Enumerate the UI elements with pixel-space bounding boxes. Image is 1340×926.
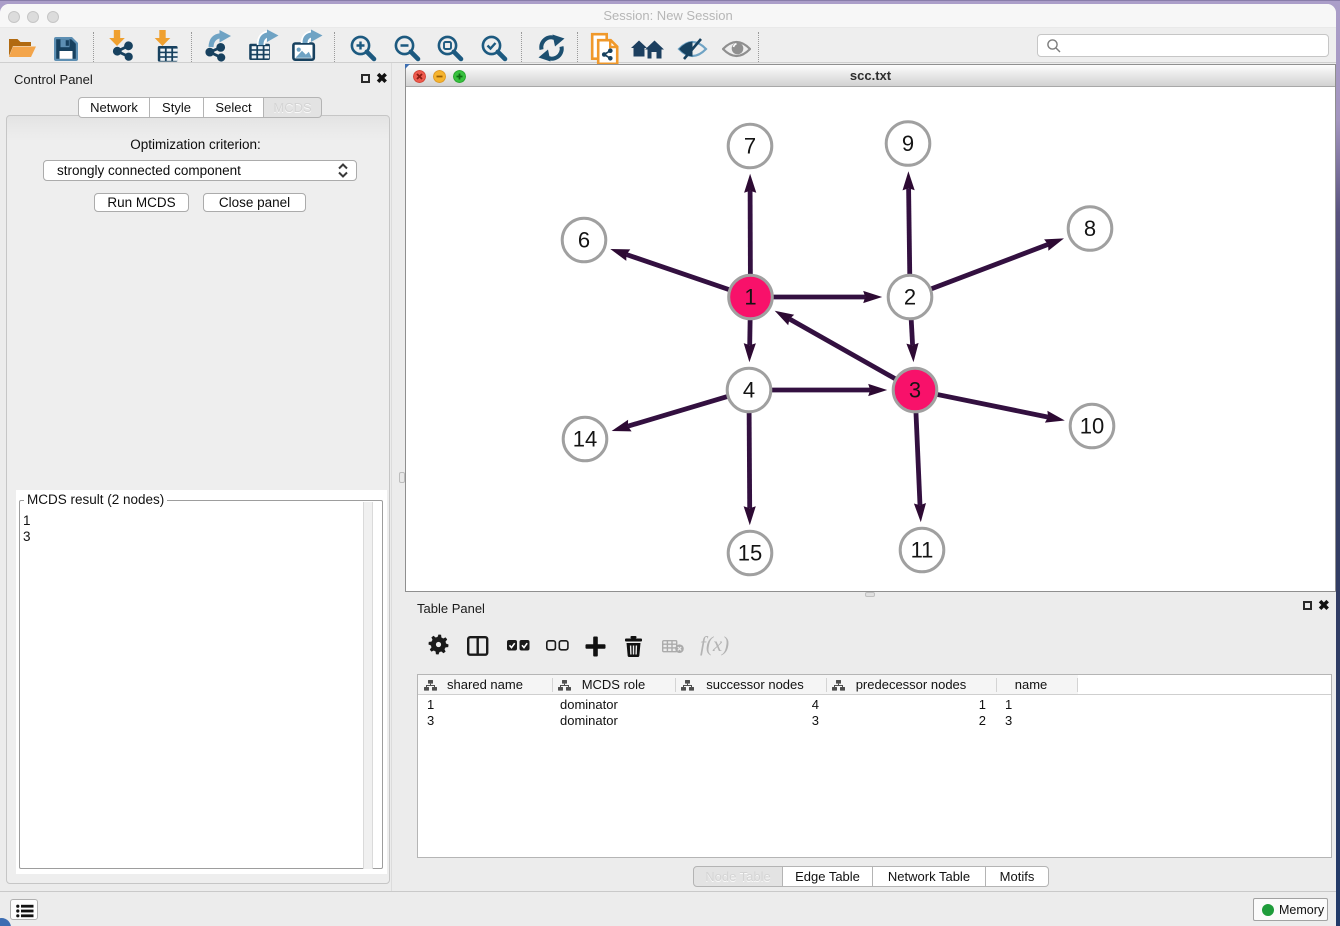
svg-text:9: 9: [902, 131, 914, 156]
svg-text:3: 3: [909, 378, 921, 403]
svg-text:8: 8: [1084, 216, 1096, 241]
svg-text:11: 11: [911, 538, 934, 563]
svg-text:10: 10: [1080, 414, 1104, 439]
svg-text:2: 2: [904, 285, 916, 310]
svg-text:7: 7: [744, 134, 756, 159]
svg-text:15: 15: [738, 541, 762, 566]
svg-text:6: 6: [578, 228, 590, 253]
svg-text:4: 4: [743, 378, 755, 403]
svg-text:1: 1: [744, 285, 756, 310]
svg-text:14: 14: [573, 427, 597, 452]
